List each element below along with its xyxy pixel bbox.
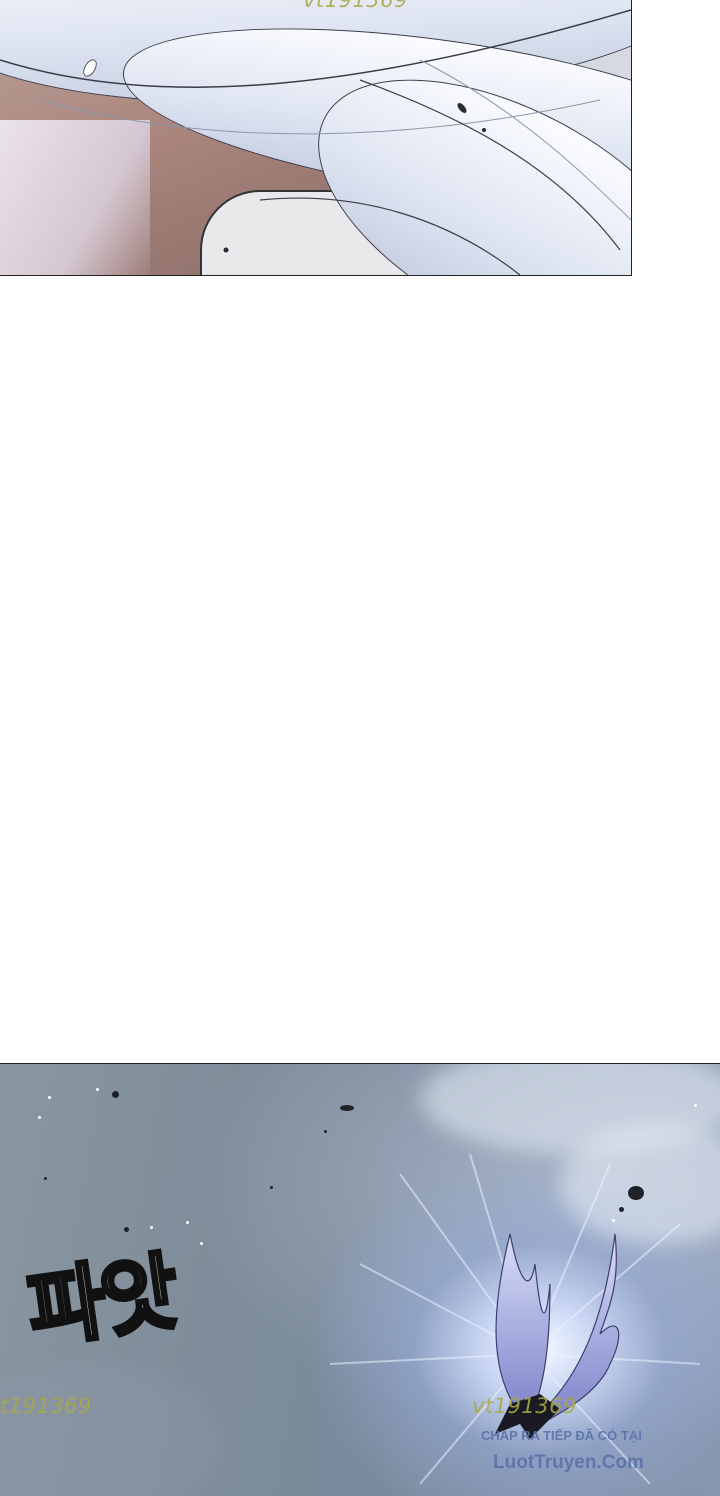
watermark-top: vt191369	[303, 0, 408, 12]
top-panel: vt191369	[0, 0, 632, 276]
watermark-bottom-right: vt191369	[472, 1394, 577, 1418]
debris-speck	[270, 1186, 273, 1189]
debris-speck	[44, 1177, 47, 1180]
debris-speck	[619, 1207, 624, 1212]
debris-speck	[628, 1186, 644, 1200]
sparkle	[694, 1104, 697, 1107]
sparkle	[612, 1219, 615, 1222]
sparkle	[48, 1096, 51, 1099]
debris-speck	[340, 1105, 354, 1111]
credit-site: LuotTruyen.Com	[493, 1452, 644, 1473]
sparkle	[186, 1221, 189, 1224]
left-wing	[495, 1233, 551, 1420]
hair-line-art	[0, 9, 631, 275]
credit-line-1: CHAP RA TIẾP ĐÃ CÓ TẠI	[481, 1428, 642, 1443]
watermark-bottom-left: t191369	[0, 1394, 92, 1418]
sparkle	[96, 1088, 99, 1091]
debris-speck	[124, 1227, 129, 1232]
sound-effect-text: 파앗	[20, 1240, 183, 1361]
sparkle	[200, 1242, 203, 1245]
debris-speck	[112, 1091, 119, 1098]
sparkle	[150, 1226, 153, 1229]
sparkle	[38, 1116, 41, 1119]
bottom-panel: 파앗 t191369 vt191369 CHAP RA TIẾP ĐÃ CÓ T…	[0, 1063, 720, 1496]
debris-speck	[324, 1130, 327, 1133]
